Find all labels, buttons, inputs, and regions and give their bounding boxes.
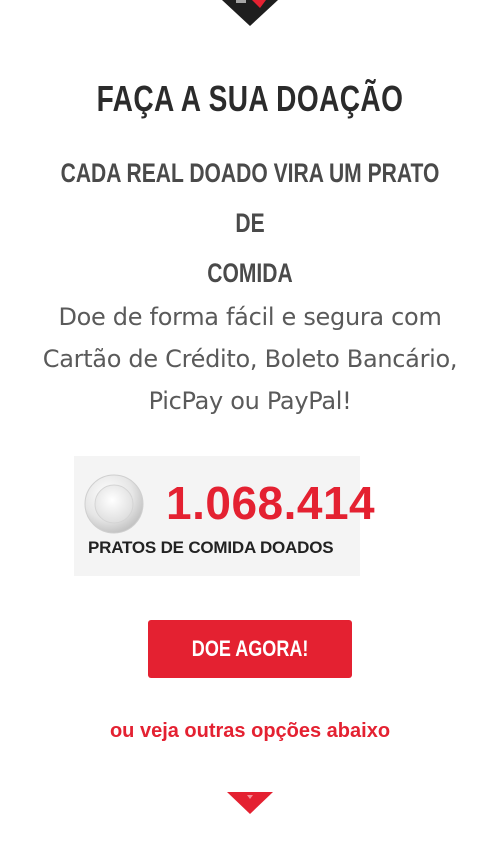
other-options-link[interactable]: ou veja outras opções abaixo [0, 720, 500, 743]
subtitle-line: CADA REAL DOADO VIRA UM PRATO DE [60, 158, 440, 238]
page-title: FAÇA A SUA DOAÇÃO [96, 78, 404, 119]
donation-description: Doe de forma fácil e segura com Cartão d… [20, 296, 480, 422]
description-line: Cartão de Crédito, Boleto Bancário, [42, 345, 458, 373]
donation-counter: 1.068.414 PRATOS DE COMIDA DOADOS [74, 456, 375, 576]
description-line: PicPay ou PayPal! [148, 387, 352, 415]
plate-icon [84, 474, 144, 534]
donate-now-label: DOE AGORA! [191, 636, 309, 661]
subtitle-line: COMIDA [207, 258, 293, 288]
donate-now-button[interactable]: DOE AGORA! [148, 620, 352, 678]
description-line: Doe de forma fácil e segura com [58, 303, 442, 331]
chevron-down-icon[interactable] [227, 792, 273, 814]
chevron-down-icon [222, 0, 278, 26]
meals-count-label: PRATOS DE COMIDA DOADOS [88, 538, 334, 557]
page-subtitle: CADA REAL DOADO VIRA UM PRATO DE COMIDA [55, 148, 445, 298]
meals-count: 1.068.414 [166, 477, 376, 529]
